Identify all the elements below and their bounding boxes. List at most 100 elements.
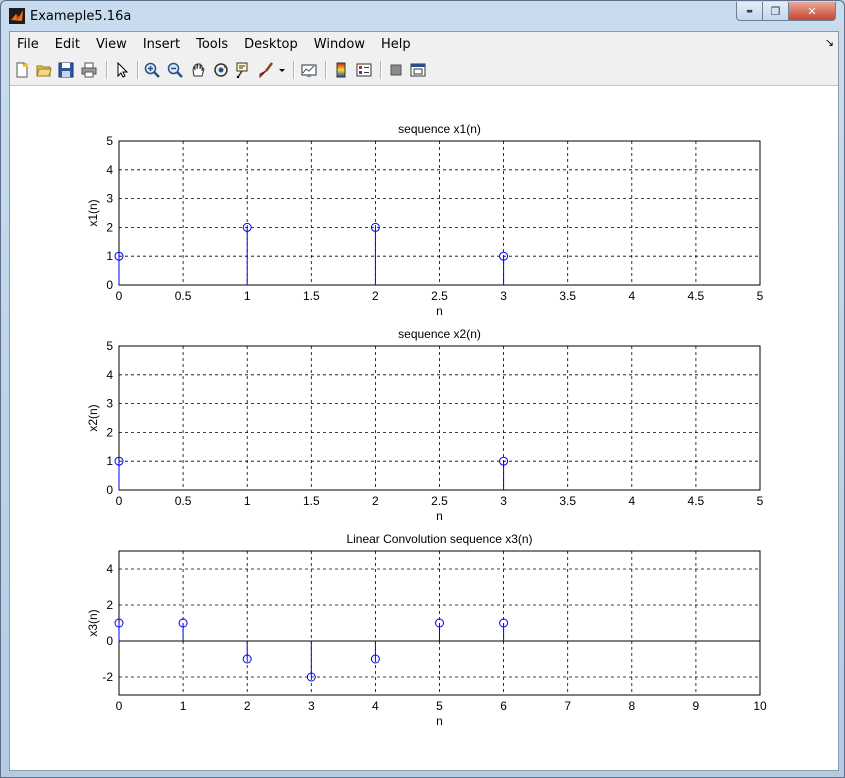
x-tick-label: 4	[372, 699, 379, 713]
figure-canvas: 0 0.5 1 1.5 2 2.5 3 3.5 4 4.5 5 0 1 2 3 4 5 sequence x1(n…	[10, 86, 838, 770]
y-tick-label: 0	[106, 278, 113, 292]
menu-view[interactable]: View	[88, 37, 135, 52]
save-icon[interactable]	[56, 60, 76, 80]
brush-icon[interactable]	[256, 60, 276, 80]
data-cursor-icon[interactable]	[233, 60, 253, 80]
x-tick-label: 0.5	[175, 494, 192, 508]
y-tick-label: 0	[106, 634, 113, 648]
zoom-out-icon[interactable]	[165, 60, 185, 80]
show-plot-tools-icon[interactable]	[408, 60, 428, 80]
y-axis-label: x2(n)	[86, 404, 100, 431]
legend-icon[interactable]	[354, 60, 374, 80]
x-tick-label: 1.5	[303, 494, 320, 508]
maximize-icon: ❐	[770, 4, 781, 18]
figure-window: Exameple5.16a ▬ ❐ ✕ File Edit View Inser…	[0, 0, 845, 778]
minimize-icon: ▬	[746, 7, 753, 15]
title-bar[interactable]: Exameple5.16a ▬ ❐ ✕	[1, 1, 844, 31]
x-tick-label: 4	[628, 289, 635, 303]
figure-toolbar	[10, 56, 838, 86]
x-tick-label: 3	[308, 699, 315, 713]
y-axis-label: x3(n)	[86, 609, 100, 636]
menu-desktop[interactable]: Desktop	[236, 37, 306, 52]
dock-arrow-icon[interactable]: ↘	[825, 36, 834, 49]
y-tick-label: 1	[106, 454, 113, 468]
x-tick-label: 1	[244, 494, 251, 508]
menu-file[interactable]: File	[10, 37, 47, 52]
menu-edit[interactable]: Edit	[47, 37, 88, 52]
x-tick-label: 5	[436, 699, 443, 713]
x-tick-label: 4.5	[688, 289, 705, 303]
minimize-button[interactable]: ▬	[736, 2, 763, 21]
x-tick-label: 5	[757, 494, 764, 508]
hide-plot-tools-icon[interactable]	[386, 60, 406, 80]
toolbar-separator	[325, 61, 327, 79]
window-title: Exameple5.16a	[30, 9, 132, 24]
x-tick-label: 2	[244, 699, 251, 713]
chart-title: sequence x2(n)	[398, 327, 481, 341]
x-tick-label: 4.5	[688, 494, 705, 508]
x-tick-label: 2.5	[431, 494, 448, 508]
x-tick-label: 2.5	[431, 289, 448, 303]
x-tick-label: 0	[116, 699, 123, 713]
zoom-in-icon[interactable]	[142, 60, 162, 80]
menu-insert[interactable]: Insert	[135, 37, 188, 52]
y-tick-label: 2	[106, 220, 113, 234]
x-tick-label: 6	[500, 699, 507, 713]
x-tick-label: 9	[693, 699, 700, 713]
x-tick-label: 2	[372, 494, 379, 508]
chart-title: Linear Convolution sequence x3(n)	[346, 532, 532, 546]
y-axis-label: x1(n)	[86, 199, 100, 226]
plot-area: 0 0.5 1 1.5 2 2.5 3 3.5 4 4.5 5 0 1 2 3 4 5 sequence x1(n…	[86, 122, 767, 728]
x-tick-label: 8	[628, 699, 635, 713]
figure-client-area: File Edit View Insert Tools Desktop Wind…	[9, 31, 839, 771]
y-tick-label: 3	[106, 192, 113, 206]
toolbar-separator	[293, 61, 295, 79]
y-tick-label: 1	[106, 249, 113, 263]
y-tick-label: 0	[106, 483, 113, 497]
close-icon: ✕	[807, 4, 817, 18]
new-figure-icon[interactable]	[12, 60, 32, 80]
print-icon[interactable]	[79, 60, 99, 80]
x-tick-label: 3.5	[559, 289, 576, 303]
x-tick-label: 5	[757, 289, 764, 303]
y-tick-label: 5	[106, 134, 113, 148]
menu-tools[interactable]: Tools	[188, 37, 236, 52]
x-tick-label: 3	[500, 494, 507, 508]
select-arrow-icon[interactable]	[112, 60, 132, 80]
pan-icon[interactable]	[188, 60, 208, 80]
x-axis-label: n	[436, 509, 443, 523]
y-tick-label: 4	[106, 163, 113, 177]
x-tick-label: 3.5	[559, 494, 576, 508]
x-tick-label: 0.5	[175, 289, 192, 303]
x-tick-label: 2	[372, 289, 379, 303]
link-plot-icon[interactable]	[299, 60, 319, 80]
y-tick-label: -2	[102, 670, 113, 684]
x-axis-label: n	[436, 304, 443, 318]
menu-bar: File Edit View Insert Tools Desktop Wind…	[10, 32, 838, 56]
toolbar-separator	[106, 61, 108, 79]
y-tick-label: 4	[106, 562, 113, 576]
open-file-icon[interactable]	[34, 60, 54, 80]
y-tick-label: 5	[106, 339, 113, 353]
y-tick-label: 4	[106, 368, 113, 382]
x-tick-label: 10	[753, 699, 767, 713]
chart-title: sequence x1(n)	[398, 122, 481, 136]
x-tick-label: 1.5	[303, 289, 320, 303]
y-tick-label: 2	[106, 598, 113, 612]
x-tick-label: 1	[180, 699, 187, 713]
menu-help[interactable]: Help	[373, 37, 419, 52]
toolbar-separator	[137, 61, 139, 79]
rotate-3d-icon[interactable]	[211, 60, 231, 80]
x-axis-label: n	[436, 714, 443, 728]
x-tick-label: 0	[116, 289, 123, 303]
colorbar-icon[interactable]	[331, 60, 351, 80]
x-tick-label: 3	[500, 289, 507, 303]
toolbar-separator	[380, 61, 382, 79]
maximize-button[interactable]: ❐	[762, 2, 789, 21]
x-tick-label: 4	[628, 494, 635, 508]
y-tick-label: 2	[106, 425, 113, 439]
brush-dropdown-icon[interactable]	[276, 60, 288, 80]
menu-window[interactable]: Window	[306, 37, 373, 52]
close-button[interactable]: ✕	[788, 2, 836, 21]
x-tick-label: 1	[244, 289, 251, 303]
